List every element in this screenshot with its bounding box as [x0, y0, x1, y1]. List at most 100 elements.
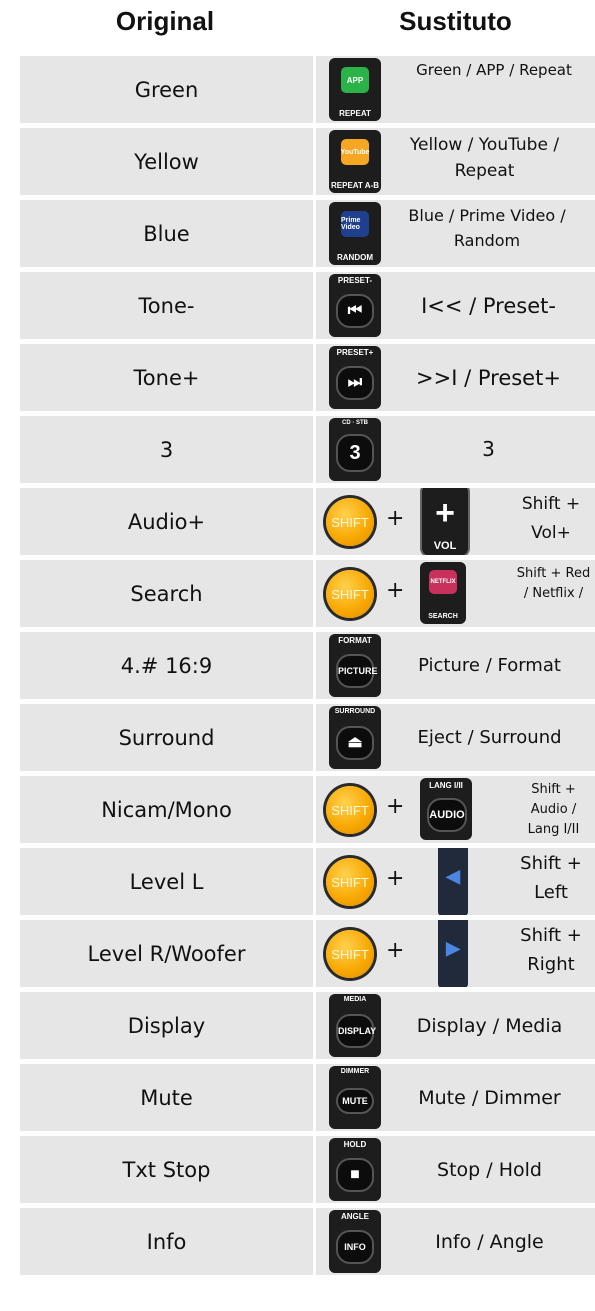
key-button: ⏭: [336, 366, 374, 400]
picture-key-icon: FORMAT PICTURE: [329, 634, 381, 697]
substitute-cell: PRESET- ⏮ I<< / Preset-: [316, 272, 595, 339]
table-row: Level L SHIFT + ◀ Shift + Left: [20, 848, 595, 915]
key-button: ■: [336, 1158, 374, 1192]
mute-key-icon: DIMMER MUTE: [329, 1066, 381, 1129]
substitute-cell: SHIFT + ◀ Shift + Left: [316, 848, 595, 915]
table-row: Mute DIMMER MUTE Mute / Dimmer: [20, 1064, 595, 1131]
original-cell: Level L: [20, 848, 313, 915]
table-row: Nicam/Mono SHIFT + LANG I/II AUDIO Shift + Au…: [20, 776, 595, 843]
substitute-cell: DIMMER MUTE Mute / Dimmer: [316, 1064, 595, 1131]
substitute-description: Shift + Audio / Lang I/II: [527, 782, 580, 838]
display-key-icon: MEDIA DISPLAY: [329, 994, 381, 1057]
table-row: Tone- PRESET- ⏮ I<< / Preset-: [20, 272, 595, 339]
key-button: ⏮: [336, 294, 374, 328]
original-cell: Tone+: [20, 344, 313, 411]
substitute-description: Shift + Red / Netflix /: [516, 566, 591, 602]
table-row: Info ANGLE INFO Info / Angle: [20, 1208, 595, 1275]
substitute-cell: SHIFT + LANG I/II AUDIO Shift + Audio / Lang…: [316, 776, 595, 843]
substitute-description: Display / Media: [416, 1015, 563, 1037]
substitute-description: Shift + Left: [520, 853, 582, 903]
shift-key-icon: SHIFT: [326, 786, 374, 834]
table-row: Blue Prime Video RANDOM Blue / Prime Video …: [20, 200, 595, 267]
key-button: 3: [336, 434, 374, 472]
table-row: Display MEDIA DISPLAY Display / Media: [20, 992, 595, 1059]
original-cell: Nicam/Mono: [20, 776, 313, 843]
plus-sign: +: [386, 938, 405, 963]
substitute-cell: SURROUND ⏏ Eject / Surround: [316, 704, 595, 771]
original-cell: Blue: [20, 200, 313, 267]
table-row: Yellow YouTube REPEAT A-B Yellow / YouTube …: [20, 128, 595, 195]
key-button: ⏏: [336, 726, 374, 760]
shift-key-icon: SHIFT: [326, 858, 374, 906]
substitute-description: 3: [482, 437, 495, 461]
next-track-icon: PRESET+ ⏭: [329, 346, 381, 409]
key-button: AUDIO: [427, 798, 467, 832]
key-plus: +: [435, 494, 455, 532]
right-arrow-key-icon: ▶: [438, 920, 468, 987]
key-top-label: PRESET+: [336, 348, 374, 357]
substitute-description: Shift + Right: [520, 925, 582, 975]
key-bottom-label: REPEAT A-B: [331, 181, 379, 190]
substitute-description: Green / APP / Repeat: [416, 61, 572, 79]
key-top-label: HOLD: [343, 1140, 367, 1149]
table-row: 3 CD · STB 3 3: [20, 416, 595, 483]
prime-video-key-icon: Prime Video RANDOM: [329, 202, 381, 265]
original-cell: Tone-: [20, 272, 313, 339]
app-key-icon: APP REPEAT: [329, 58, 381, 121]
substitute-description: Info / Angle: [435, 1231, 544, 1253]
key-bottom-label: REPEAT: [339, 109, 371, 118]
original-cell: Surround: [20, 704, 313, 771]
table-row: Search SHIFT + NETFLIX SEARCH Shift + Red / N…: [20, 560, 595, 627]
original-cell: Yellow: [20, 128, 313, 195]
substitute-description: Eject / Surround: [417, 727, 562, 748]
key-face: YouTube: [341, 139, 369, 165]
substitute-description: >>I / Preset+: [416, 366, 561, 390]
info-key-icon: ANGLE INFO: [329, 1210, 381, 1273]
substitute-cell: SHIFT + ▶ Shift + Right: [316, 920, 595, 987]
key-face: APP: [341, 67, 369, 93]
substitute-cell: HOLD ■ Stop / Hold: [316, 1136, 595, 1203]
substitute-cell: YouTube REPEAT A-B Yellow / YouTube / Repe…: [316, 128, 595, 195]
substitute-cell: SHIFT + NETFLIX SEARCH Shift + Red / Netflix…: [316, 560, 595, 627]
arrow-glyph: ◀: [446, 866, 460, 886]
original-cell: Info: [20, 1208, 313, 1275]
plus-sign: +: [386, 578, 405, 603]
youtube-key-icon: YouTube REPEAT A-B: [329, 130, 381, 193]
table-row: 4.# 16:9 FORMAT PICTURE Picture / Format: [20, 632, 595, 699]
original-cell: Txt Stop: [20, 1136, 313, 1203]
shift-key-icon: SHIFT: [326, 930, 374, 978]
substitute-cell: CD · STB 3 3: [316, 416, 595, 483]
arrow-glyph: ▶: [446, 938, 460, 958]
original-cell: 4.# 16:9: [20, 632, 313, 699]
key-face: Prime Video: [341, 211, 369, 237]
table-row: Surround SURROUND ⏏ Eject / Surround: [20, 704, 595, 771]
volume-up-key-icon: + VOL: [420, 488, 470, 555]
original-cell: Audio+: [20, 488, 313, 555]
key-top-label: LANG I/II: [429, 781, 463, 790]
key-top-label: CD · STB: [342, 420, 368, 426]
key-top-label: ANGLE: [341, 1212, 369, 1221]
substitute-cell: APP REPEAT Green / APP / Repeat: [316, 56, 595, 123]
substitute-cell: PRESET+ ⏭ >>I / Preset+: [316, 344, 595, 411]
substitute-description: Stop / Hold: [437, 1159, 542, 1181]
original-cell: Search: [20, 560, 313, 627]
key-face: NETFLIX: [429, 570, 457, 594]
original-cell: Green: [20, 56, 313, 123]
plus-sign: +: [386, 794, 405, 819]
previous-track-icon: PRESET- ⏮: [329, 274, 381, 337]
original-cell: Mute: [20, 1064, 313, 1131]
plus-sign: +: [386, 866, 405, 891]
table-row: Green APP REPEAT Green / APP / Repeat: [20, 56, 595, 123]
shift-key-icon: SHIFT: [326, 498, 374, 546]
left-arrow-key-icon: ◀: [438, 848, 468, 915]
substitute-cell: Prime Video RANDOM Blue / Prime Video / Ra…: [316, 200, 595, 267]
substitute-cell: ANGLE INFO Info / Angle: [316, 1208, 595, 1275]
table-row: Tone+ PRESET+ ⏭ >>I / Preset+: [20, 344, 595, 411]
netflix-key-icon: NETFLIX SEARCH: [420, 562, 466, 624]
substitute-description: I<< / Preset-: [421, 294, 556, 318]
key-button: PICTURE: [336, 654, 378, 688]
number-3-key-icon: CD · STB 3: [329, 418, 381, 481]
key-top-label: SURROUND: [334, 708, 376, 715]
table-row: Level R/Woofer SHIFT + ▶ Shift + Right: [20, 920, 595, 987]
original-cell: 3: [20, 416, 313, 483]
